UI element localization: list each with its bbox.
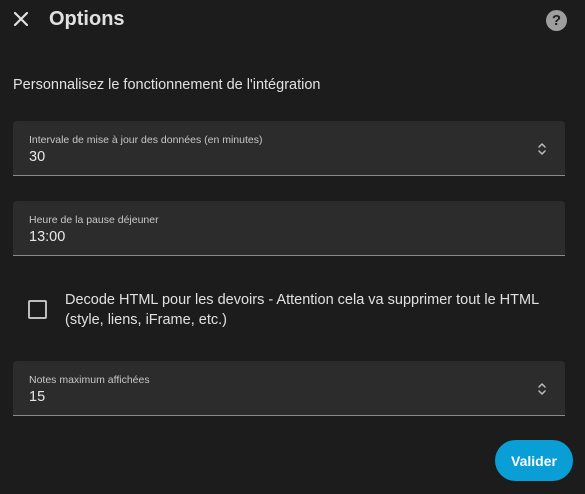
close-icon <box>13 11 29 27</box>
stepper-icon[interactable] <box>537 142 547 156</box>
help-button[interactable]: ? <box>546 10 567 31</box>
max-notes-field[interactable]: Notes maximum affichées 15 <box>13 361 565 416</box>
max-notes-value[interactable]: 15 <box>29 389 45 405</box>
max-notes-label: Notes maximum affichées <box>29 374 150 386</box>
dialog-header: Options ? <box>0 0 585 42</box>
update-interval-field[interactable]: Intervale de mise à jour des données (en… <box>13 121 565 176</box>
decode-html-checkbox[interactable] <box>28 300 47 319</box>
update-interval-label: Intervale de mise à jour des données (en… <box>29 134 263 146</box>
help-icon: ? <box>551 12 562 29</box>
update-interval-value[interactable]: 30 <box>29 149 45 165</box>
close-button[interactable] <box>10 8 32 30</box>
dialog-description: Personnalisez le fonctionnement de l'int… <box>13 77 321 93</box>
decode-html-label: Decode HTML pour les devoirs - Attention… <box>65 292 539 328</box>
dialog-title: Options <box>49 8 125 30</box>
decode-html-option[interactable]: Decode HTML pour les devoirs - Attention… <box>13 282 565 342</box>
lunch-break-label: Heure de la pause déjeuner <box>29 214 159 226</box>
lunch-break-value[interactable]: 13:00 <box>29 229 65 245</box>
stepper-icon[interactable] <box>537 382 547 396</box>
submit-button[interactable]: Valider <box>495 440 573 481</box>
lunch-break-field[interactable]: Heure de la pause déjeuner 13:00 <box>13 201 565 256</box>
